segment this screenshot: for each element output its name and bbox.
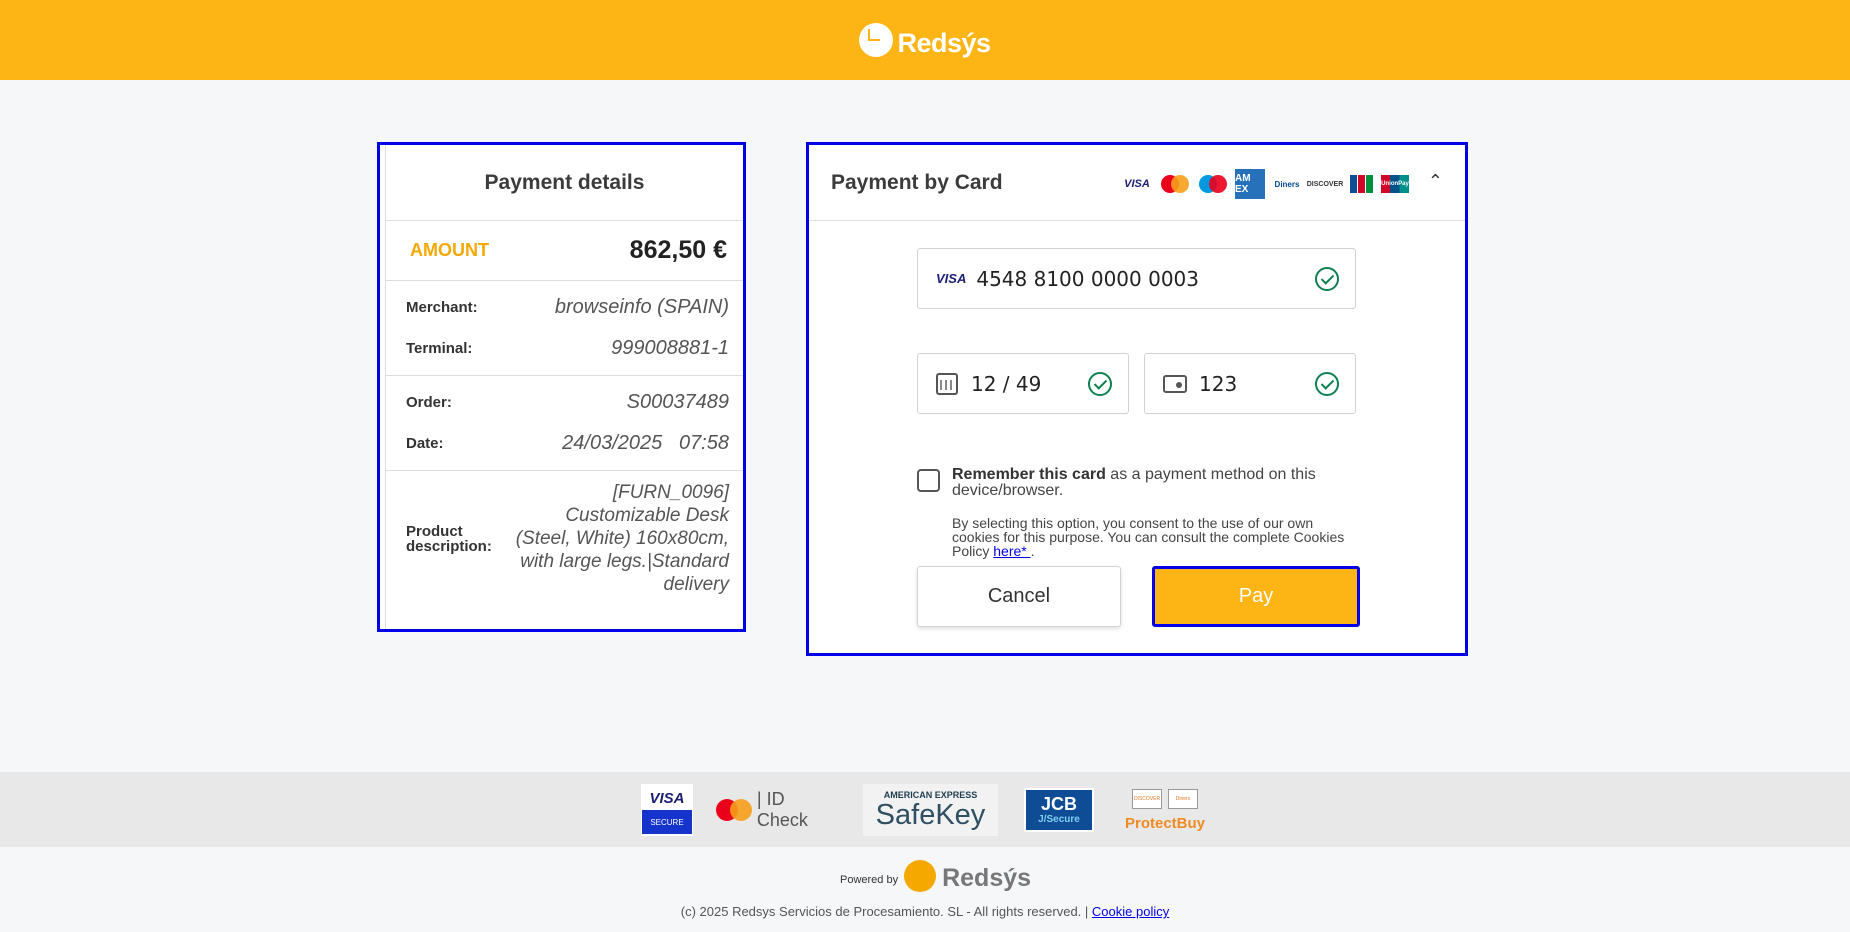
pay-button[interactable]: Pay — [1152, 566, 1360, 627]
protectbuy-text: ProtectBuy — [1124, 814, 1206, 832]
visa-secure-bottom: SECURE — [642, 810, 692, 834]
merchant-value: browseinfo (SPAIN) — [554, 296, 729, 318]
id-check-text: | ID Check — [756, 789, 808, 830]
copyright-text: (c) 2025 Redsys Servicios de Procesamien… — [680, 904, 1089, 919]
date-value: 24/03/2025 07:58 — [562, 432, 729, 454]
order-row: Order: S00037489 — [406, 382, 729, 423]
remember-card-bold: Remember this card — [952, 466, 1106, 483]
top-banner: Redsýs — [0, 0, 1850, 80]
visa-secure-top: VISA — [649, 789, 685, 807]
cvv-field[interactable]: 123 — [1144, 353, 1356, 414]
check-circle-icon — [1315, 372, 1339, 396]
product-label: Product description: — [406, 522, 492, 555]
mastercard-id-check-logo: | ID Check — [716, 784, 838, 836]
chevron-up-icon[interactable]: ⌃ — [1428, 171, 1443, 192]
redsys-logo-icon — [859, 23, 894, 57]
merchant-label: Merchant: — [406, 299, 478, 316]
order-group: Order: S00037489 Date: 24/03/2025 07:58 — [386, 376, 743, 471]
jcb-icon — [1349, 171, 1373, 197]
order-label: Order: — [406, 394, 452, 411]
diners-icon: Diners — [1274, 179, 1300, 189]
merchant-group: Merchant: browseinfo (SPAIN) Terminal: 9… — [386, 281, 743, 376]
jcb-bottom: J/Secure — [1038, 814, 1080, 825]
product-value: [FURN_0096] Customizable Desk (Steel, Wh… — [515, 482, 729, 595]
powered-by-redsys: Powered by Redsýs — [840, 858, 1031, 893]
payment-details-panel: Payment details AMOUNT 862,50 € Merchant… — [377, 142, 746, 632]
redsys-logo-text: Redsýs — [897, 27, 991, 58]
copyright-line: (c) 2025 Redsys Servicios de Procesamien… — [0, 904, 1850, 919]
consent-end: . — [1030, 543, 1035, 559]
jcb-top: JCB — [1040, 794, 1077, 814]
merchant-row: Merchant: browseinfo (SPAIN) — [406, 287, 729, 328]
visa-icon: VISA — [1124, 178, 1150, 190]
unionpay-icon: UnionPay — [1381, 175, 1409, 193]
cvv-value: 123 — [1199, 371, 1238, 396]
payment-details-title: Payment details — [386, 145, 743, 221]
amex-safekey-main: SafeKey — [875, 799, 986, 831]
amount-value: 862,50 € — [629, 236, 727, 264]
terminal-label: Terminal: — [406, 340, 473, 357]
redsys-dot-icon — [904, 859, 937, 892]
date-label: Date: — [406, 435, 444, 452]
date-row: Date: 24/03/2025 07:58 — [406, 423, 729, 464]
discover-icon: DISCOVER — [1132, 788, 1162, 809]
expiry-date-field[interactable]: 12 / 49 — [917, 353, 1129, 414]
jcb-jsecure-logo: JCB J/Secure — [1024, 788, 1094, 832]
card-brands: VISA AM EX Diners DISCOVER UnionPay — [1123, 169, 1409, 199]
payment-by-card-panel: Payment by Card VISA AM EX Diners DISCOV… — [806, 142, 1468, 656]
discover-protectbuy-logo: DISCOVER Diners ProtectBuy — [1124, 784, 1206, 836]
card-number-value: 4548 8100 0000 0003 — [976, 266, 1200, 291]
expiry-value: 12 / 49 — [971, 371, 1042, 396]
powered-by-brand: Redsýs — [942, 864, 1032, 892]
discover-icon: DISCOVER — [1306, 180, 1344, 188]
check-circle-icon — [1315, 267, 1339, 291]
mastercard-icon — [716, 799, 752, 821]
amex-safekey-logo: AMERICAN EXPRESS SafeKey — [863, 784, 998, 836]
mastercard-icon — [1159, 171, 1189, 197]
amex-icon: AM EX — [1235, 169, 1265, 199]
maestro-icon — [1197, 171, 1227, 197]
card-cvv-icon — [1163, 374, 1187, 393]
product-row: Product description: [FURN_0096] Customi… — [386, 471, 743, 604]
check-circle-icon — [1088, 372, 1112, 396]
cookie-policy-link[interactable]: Cookie policy — [1092, 904, 1169, 919]
redsys-logo: Redsýs — [859, 22, 991, 59]
visa-icon: VISA — [936, 271, 967, 286]
terminal-row: Terminal: 999008881-1 — [406, 328, 729, 369]
cancel-button[interactable]: Cancel — [917, 566, 1121, 627]
visa-secure-logo: VISA SECURE — [641, 784, 693, 836]
order-value: S00037489 — [626, 391, 729, 413]
remember-card-label: Remember this card as a payment method o… — [952, 467, 1357, 499]
card-number-field[interactable]: VISA 4548 8100 0000 0003 — [917, 248, 1356, 309]
remember-card-option: Remember this card as a payment method o… — [917, 467, 1357, 558]
cookies-policy-link[interactable]: here* — [993, 543, 1030, 559]
security-logos-bar: VISA SECURE | ID Check AMERICAN EXPRESS … — [0, 772, 1850, 847]
remember-card-checkbox[interactable] — [917, 469, 940, 492]
terminal-value: 999008881-1 — [611, 337, 729, 359]
card-panel-header[interactable]: Payment by Card VISA AM EX Diners DISCOV… — [809, 145, 1465, 221]
calendar-icon — [936, 372, 958, 395]
amount-row: AMOUNT 862,50 € — [386, 221, 743, 281]
card-panel-title: Payment by Card — [831, 170, 1003, 194]
cookie-consent-text: By selecting this option, you consent to… — [952, 516, 1357, 558]
diners-icon: Diners — [1168, 788, 1198, 809]
powered-by-label: Powered by — [840, 873, 899, 886]
amount-label: AMOUNT — [410, 240, 489, 260]
